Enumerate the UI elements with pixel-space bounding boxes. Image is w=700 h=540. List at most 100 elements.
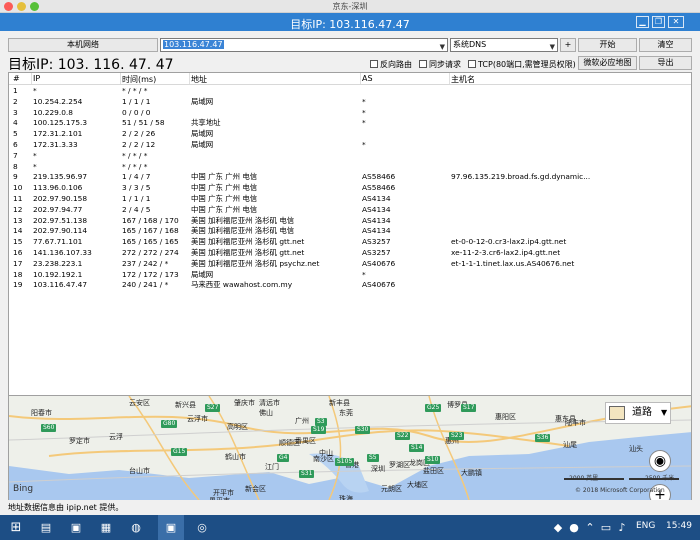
start-button[interactable]: 开始 <box>578 38 637 52</box>
highway-shield: S3 <box>315 418 327 426</box>
map-label: 罗定市 <box>69 437 90 445</box>
add-dns-button[interactable]: + <box>560 38 576 52</box>
terminal-icon[interactable]: ▣ <box>66 518 86 537</box>
close-icon[interactable]: ✕ <box>668 16 684 28</box>
cell-time: * / * / * <box>122 150 148 160</box>
chrome-icon[interactable]: ◎ <box>192 518 212 537</box>
table-row[interactable]: 17 23.238.223.1 237 / 242 / * 美国 加利福尼亚州 洛杉矶… <box>9 258 691 270</box>
minimize-icon[interactable]: ▁ <box>636 16 649 28</box>
column-divider[interactable] <box>31 73 32 84</box>
restore-icon[interactable]: ❐ <box>652 16 665 28</box>
column-divider[interactable] <box>120 73 121 84</box>
road-map-icon <box>609 406 625 420</box>
map-label: 广州 <box>295 417 309 425</box>
col-header-as[interactable]: AS <box>362 74 373 83</box>
windows-start-icon[interactable]: ⊞ <box>6 518 26 537</box>
table-row[interactable]: 12 202.97.94.77 2 / 4 / 5 中国 广东 广州 电信 AS4134 <box>9 205 691 216</box>
route-map[interactable]: 云安区 阳春市 罗定市 云浮 高明区 佛山 肇庆市 东莞 惠州 惠阳区 惠东县 陆丰市 汕尾 新兴县 顺德区… <box>8 396 692 500</box>
map-label: 鹤山市 <box>225 453 246 461</box>
cell-time: 165 / 167 / 168 <box>122 226 179 236</box>
col-header-address[interactable]: 地址 <box>191 74 207 85</box>
map-copyright: © 2018 Microsoft Corporation <box>575 487 665 494</box>
chevron-down-icon[interactable]: ▼ <box>550 41 555 53</box>
table-row[interactable]: 9 219.135.96.97 1 / 4 / 7 中国 广东 广州 电信 AS5846… <box>9 172 691 183</box>
scale-miles: 2000 英里 <box>569 475 599 482</box>
clock[interactable]: 15:49 <box>666 521 692 531</box>
tcp-checkbox[interactable]: TCP(80端口,需管理员权限) <box>468 59 576 70</box>
table-row[interactable]: 19 103.116.47.47 240 / 241 / * 马来西亚 wawahos… <box>9 280 691 291</box>
highway-shield: G25 <box>425 404 442 412</box>
map-label: 陆丰市 <box>565 419 586 427</box>
volume-icon[interactable]: ♪ <box>612 518 632 537</box>
chevron-down-icon[interactable]: ▼ <box>661 403 667 423</box>
cell-ip: * <box>33 150 37 160</box>
table-row[interactable]: 15 77.67.71.101 165 / 165 / 165 美国 加利福尼亚州 洛… <box>9 237 691 248</box>
cell-address: 美国 加利福尼亚州 洛杉矶 电信 <box>191 226 295 236</box>
explorer-icon[interactable]: ▤ <box>36 518 56 537</box>
locate-icon[interactable]: ◉ <box>649 450 671 472</box>
cell-time: 167 / 168 / 170 <box>122 215 179 225</box>
highway-shield: G80 <box>161 420 178 428</box>
table-row[interactable]: 18 10.192.192.1 172 / 172 / 173 局域网 * <box>9 269 691 281</box>
col-header-ip[interactable]: IP <box>33 74 40 83</box>
table-row[interactable]: 8 * * / * / * <box>9 162 691 173</box>
map-label: 惠阳区 <box>495 413 516 421</box>
cell-ip: 23.238.223.1 <box>33 258 83 268</box>
table-row[interactable]: 11 202.97.90.158 1 / 1 / 1 中国 广东 广州 电信 AS413… <box>9 193 691 205</box>
cell-hostname: 97.96.135.219.broad.fs.gd.dynamic... <box>451 172 591 182</box>
table-row[interactable]: 14 202.97.90.114 165 / 167 / 168 美国 加利福尼亚州 … <box>9 226 691 237</box>
table-row[interactable]: 2 10.254.2.254 1 / 1 / 1 局域网 * <box>9 97 691 108</box>
column-divider[interactable] <box>189 73 190 84</box>
cell-number: 6 <box>13 139 18 149</box>
col-header-time[interactable]: 时间(ms) <box>122 74 156 85</box>
table-row[interactable]: 5 172.31.2.101 2 / 2 / 26 局域网 <box>9 129 691 140</box>
table-row[interactable]: 1 * * / * / * <box>9 86 691 97</box>
local-network-button[interactable]: 本机网络 <box>8 38 158 52</box>
cell-time: 172 / 172 / 173 <box>122 269 179 279</box>
checkbox-icon <box>468 60 476 68</box>
sync-request-checkbox[interactable]: 同步请求 <box>419 59 461 70</box>
table-row[interactable]: 4 100.125.175.3 51 / 51 / 58 共享地址 * <box>9 118 691 129</box>
highway-shield: S60 <box>41 424 57 432</box>
table-row[interactable]: 3 10.229.0.8 0 / 0 / 0 * <box>9 108 691 119</box>
cell-ip: 103.116.47.47 <box>33 280 88 290</box>
map-label: 元朗区 <box>381 485 402 493</box>
trace-table: # IP 时间(ms) 地址 AS 主机名 1 * * / * / * 2 10.254… <box>8 72 692 396</box>
cell-ip: 202.97.90.114 <box>33 226 88 236</box>
language-indicator[interactable]: ENG <box>636 521 655 531</box>
cell-time: 51 / 51 / 58 <box>122 118 165 128</box>
col-header-hostname[interactable]: 主机名 <box>451 74 475 85</box>
cell-number: 19 <box>13 280 23 290</box>
cell-ip: 172.31.2.101 <box>33 129 83 139</box>
cell-address: 局域网 <box>191 129 214 139</box>
firefox-icon[interactable]: ◍ <box>126 518 146 537</box>
mac-window-title: 京东-深圳 <box>332 2 368 11</box>
table-row[interactable]: 16 141.136.107.33 272 / 272 / 274 美国 加利福尼亚州… <box>9 247 691 259</box>
table-row[interactable]: 6 172.31.3.33 2 / 2 / 12 局域网 * <box>9 139 691 151</box>
cell-ip: 100.125.175.3 <box>33 118 88 128</box>
reverse-route-checkbox[interactable]: 反向路由 <box>370 59 412 70</box>
clear-button[interactable]: 清空 <box>639 38 692 52</box>
cell-ip: 10.192.192.1 <box>33 269 83 279</box>
cell-time: * / * / * <box>122 86 148 95</box>
export-button[interactable]: 导出 <box>639 56 692 70</box>
map-label: 高明区 <box>227 423 248 431</box>
chevron-down-icon[interactable]: ▼ <box>440 41 445 53</box>
map-style-toggle[interactable]: 道路 ▼ <box>605 402 671 424</box>
table-row[interactable]: 7 * * / * / * <box>9 150 691 162</box>
map-style-label: 道路 <box>632 407 652 418</box>
map-button[interactable]: 微软必应地图 <box>578 56 637 70</box>
table-body: 1 * * / * / * 2 10.254.2.254 1 / 1 / 1 局域网 * 3 10… <box>9 86 691 291</box>
cell-address: 中国 广东 广州 电信 <box>191 193 258 203</box>
col-header-number[interactable]: # <box>13 74 20 83</box>
table-row[interactable]: 13 202.97.51.138 167 / 168 / 170 美国 加利福尼亚州 … <box>9 215 691 227</box>
table-row[interactable]: 10 113.96.0.106 3 / 3 / 5 中国 广东 广州 电信 AS5846… <box>9 183 691 194</box>
column-divider[interactable] <box>449 73 450 84</box>
column-divider[interactable] <box>360 73 361 84</box>
cell-number: 16 <box>13 247 23 257</box>
dns-select[interactable]: 系统DNS ▼ <box>450 38 558 52</box>
traceroute-app-icon[interactable]: ▣ <box>161 518 181 537</box>
folder-icon[interactable]: ▦ <box>96 518 116 537</box>
target-input[interactable]: 103.116.47.47 ▼ <box>160 38 448 52</box>
cell-address: 美国 加利福尼亚州 洛杉矶 psychz.net <box>191 258 320 268</box>
